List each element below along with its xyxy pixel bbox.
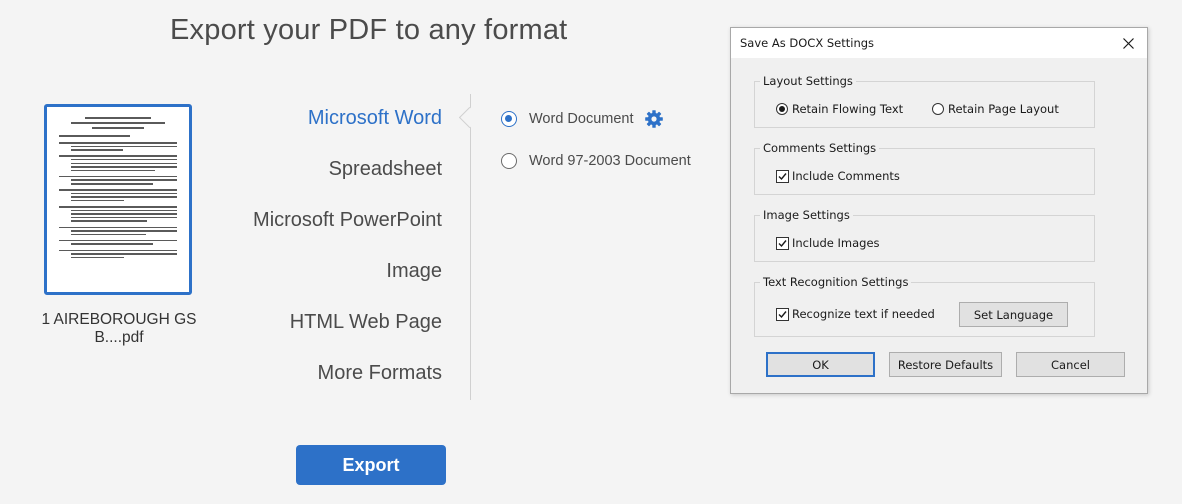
format-image[interactable]: Image	[220, 247, 442, 298]
preview-text-line	[59, 135, 130, 137]
preview-text-line	[59, 175, 177, 178]
dialog-titlebar[interactable]: Save As DOCX Settings	[731, 28, 1147, 58]
preview-text-line	[70, 256, 124, 259]
preview-text-line	[59, 206, 177, 208]
format-microsoft-word[interactable]: Microsoft Word	[220, 94, 442, 145]
preview-text-line	[84, 117, 152, 119]
word-document-label: Word Document	[529, 111, 634, 127]
recognize-text-label: Recognize text if needed	[792, 307, 935, 321]
layout-settings-group: Layout Settings Retain Flowing Text Reta…	[754, 74, 1095, 128]
option-word-document[interactable]: Word Document	[501, 109, 664, 129]
retain-page-layout-option[interactable]: Retain Page Layout	[932, 102, 1059, 116]
pdf-page-preview	[59, 117, 177, 282]
dialog-title: Save As DOCX Settings	[740, 36, 875, 50]
text-recognition-settings-label: Text Recognition Settings	[760, 275, 912, 289]
pdf-thumbnail[interactable]	[44, 104, 192, 295]
preview-text-line	[70, 243, 154, 245]
close-icon[interactable]	[1115, 31, 1141, 55]
preview-text-line	[70, 158, 177, 161]
preview-text-line	[59, 155, 177, 157]
include-comments-checkbox[interactable]	[776, 169, 789, 183]
checkmark-icon	[778, 310, 787, 318]
image-settings-group: Image Settings Include Images	[754, 208, 1095, 262]
recognize-text-checkbox[interactable]	[776, 307, 789, 321]
preview-text-line	[70, 233, 147, 236]
format-microsoft-powerpoint[interactable]: Microsoft PowerPoint	[220, 196, 442, 247]
checkmark-icon	[778, 239, 787, 247]
file-name: 1 AIREBOROUGH GS B....pdf	[41, 311, 197, 346]
preview-text-line	[70, 213, 177, 215]
selection-caret	[458, 106, 481, 129]
retain-page-layout-label: Retain Page Layout	[948, 102, 1059, 116]
preview-text-line	[70, 209, 177, 212]
preview-text-line	[70, 183, 154, 185]
layout-settings-label: Layout Settings	[760, 74, 856, 88]
preview-text-line	[59, 249, 177, 252]
ok-button[interactable]: OK	[766, 352, 875, 377]
preview-text-line	[70, 199, 124, 202]
word-97-2003-label: Word 97-2003 Document	[529, 153, 691, 169]
preview-text-line	[59, 189, 177, 191]
recognize-text-option[interactable]: Recognize text if needed	[776, 307, 935, 321]
comments-settings-label: Comments Settings	[760, 141, 880, 155]
retain-page-layout-radio[interactable]	[932, 103, 944, 115]
gear-icon[interactable]	[644, 109, 664, 129]
preview-text-line	[70, 145, 177, 148]
preview-text-line	[70, 230, 177, 232]
include-images-option[interactable]: Include Images	[776, 236, 880, 250]
retain-flowing-text-option[interactable]: Retain Flowing Text	[776, 102, 903, 116]
preview-text-line	[59, 226, 177, 229]
preview-text-line	[59, 239, 177, 242]
text-recognition-settings-group: Text Recognition Settings Recognize text…	[754, 275, 1095, 337]
restore-defaults-button[interactable]: Restore Defaults	[889, 352, 1002, 377]
preview-text-line	[70, 122, 166, 124]
cancel-button[interactable]: Cancel	[1016, 352, 1125, 377]
format-divider	[470, 94, 471, 400]
format-list: Microsoft Word Spreadsheet Microsoft Pow…	[220, 94, 442, 400]
preview-text-line	[70, 166, 177, 168]
preview-text-line	[70, 179, 177, 181]
preview-text-line	[70, 220, 148, 222]
preview-text-line	[92, 127, 144, 129]
preview-text-line	[70, 162, 177, 165]
comments-settings-group: Comments Settings Include Comments	[754, 141, 1095, 195]
include-comments-label: Include Comments	[792, 169, 900, 183]
retain-flowing-text-radio[interactable]	[776, 103, 788, 115]
include-comments-option[interactable]: Include Comments	[776, 169, 900, 183]
preview-text-line	[70, 216, 177, 219]
include-images-label: Include Images	[792, 236, 880, 250]
word-97-2003-radio[interactable]	[501, 153, 517, 169]
include-images-checkbox[interactable]	[776, 236, 789, 250]
preview-text-line	[70, 192, 177, 195]
option-word-97-2003[interactable]: Word 97-2003 Document	[501, 153, 691, 169]
preview-text-line	[70, 149, 123, 151]
preview-text-line	[70, 253, 177, 255]
format-spreadsheet[interactable]: Spreadsheet	[220, 145, 442, 196]
preview-text-line	[59, 142, 177, 144]
checkmark-icon	[778, 172, 787, 180]
set-language-button[interactable]: Set Language	[959, 302, 1068, 327]
format-html-web-page[interactable]: HTML Web Page	[220, 298, 442, 349]
preview-text-line	[70, 169, 155, 172]
page-title: Export your PDF to any format	[170, 14, 568, 46]
docx-settings-dialog: Save As DOCX Settings Layout Settings Re…	[730, 27, 1148, 394]
image-settings-label: Image Settings	[760, 208, 853, 222]
export-button[interactable]: Export	[296, 445, 446, 485]
preview-text-line	[70, 196, 177, 198]
word-document-radio[interactable]	[501, 111, 517, 127]
retain-flowing-text-label: Retain Flowing Text	[792, 102, 904, 116]
format-more-formats[interactable]: More Formats	[220, 349, 442, 400]
